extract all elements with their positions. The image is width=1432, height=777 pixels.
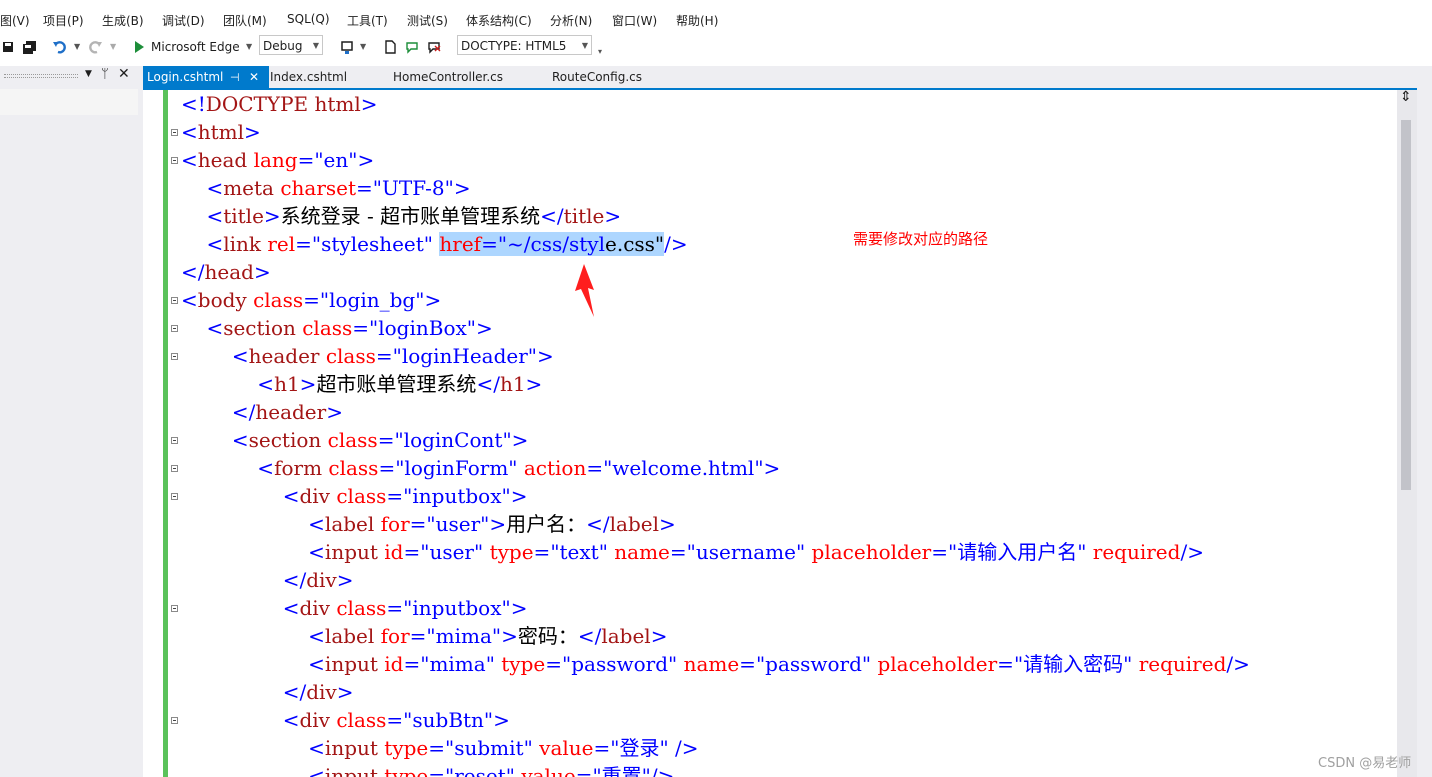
code-line: <h1>超市账单管理系统</h1> <box>257 372 543 396</box>
undo-dropdown-icon[interactable]: ▼ <box>74 37 80 57</box>
annotation-arrow-icon <box>575 264 594 317</box>
code-line: <form class="loginForm" action="welcome.… <box>257 456 781 480</box>
pin-icon[interactable]: ᛘ <box>101 67 109 82</box>
fold-toggle[interactable] <box>171 325 178 332</box>
code-line: <body class="login_bg"> <box>181 288 442 312</box>
menu-help[interactable]: 帮助(H) <box>676 12 718 29</box>
browser-link-icon[interactable] <box>340 37 356 57</box>
tab-index-cshtml[interactable]: Index.cshtml <box>270 66 380 89</box>
fold-toggle[interactable] <box>171 157 178 164</box>
code-line: </header> <box>231 400 343 424</box>
chevron-down-icon: ▼ <box>581 41 588 50</box>
code-editor[interactable]: <!DOCTYPE html> <html> <head lang="en"> … <box>143 90 1397 777</box>
code-line: </head> <box>181 260 271 284</box>
code-line: <!DOCTYPE html> <box>181 92 378 116</box>
fold-toggle[interactable] <box>171 437 178 444</box>
panel-grip[interactable] <box>4 74 78 78</box>
menu-project[interactable]: 项目(P) <box>43 12 84 29</box>
doctype-select[interactable]: DOCTYPE: HTML5 ▼ <box>457 35 592 55</box>
vertical-scrollbar[interactable]: ⇕ <box>1397 89 1417 777</box>
menu-test[interactable]: 测试(S) <box>407 12 448 29</box>
run-target-button[interactable]: Microsoft Edge <box>151 37 240 57</box>
toolbar-overflow-icon[interactable]: ▾ <box>598 42 602 62</box>
fold-toggle[interactable] <box>171 717 178 724</box>
code-line: <label for="user">用户名：</label> <box>308 512 676 536</box>
redo-dropdown-icon[interactable]: ▼ <box>110 37 116 57</box>
toolbar: ▼ ▼ Microsoft Edge ▼ Debug ▼ ▼ DOCTYPE: … <box>0 34 1432 60</box>
close-icon[interactable]: ✕ <box>118 66 130 82</box>
chevron-down-icon: ▼ <box>312 41 319 50</box>
redo-icon[interactable] <box>87 37 103 57</box>
panel-dropdown-icon[interactable]: ▼ <box>85 69 92 79</box>
menu-window[interactable]: 窗口(W) <box>612 12 657 29</box>
editor-margin <box>143 90 165 777</box>
code-line: <input id="mima" type="password" name="p… <box>308 652 1250 676</box>
code-line: <link rel="stylesheet" href="~/css/style… <box>206 232 688 256</box>
pin-icon[interactable]: ⊣ <box>230 66 240 89</box>
configuration-select[interactable]: Debug ▼ <box>259 35 323 55</box>
code-line: <div class="inputbox"> <box>282 596 528 620</box>
menu-sql[interactable]: SQL(Q) <box>287 12 330 26</box>
menu-analyze[interactable]: 分析(N) <box>550 12 592 29</box>
menu-debug[interactable]: 调试(D) <box>162 12 205 29</box>
fold-toggle[interactable] <box>171 493 178 500</box>
comment-icon[interactable] <box>405 37 419 57</box>
save-icon[interactable] <box>2 37 14 57</box>
code-line: <div class="inputbox"> <box>282 484 528 508</box>
doctype-value: DOCTYPE: HTML5 <box>461 39 567 53</box>
menu-build[interactable]: 生成(B) <box>102 12 144 29</box>
code-line: <meta charset="UTF-8"> <box>206 176 471 200</box>
close-icon[interactable]: ✕ <box>249 66 259 89</box>
menu-architecture[interactable]: 体系结构(C) <box>466 12 532 29</box>
tab-label: Login.cshtml <box>147 70 224 84</box>
tab-login-cshtml[interactable]: Login.cshtml ⊣ ✕ <box>143 66 269 89</box>
tab-label: RouteConfig.cs <box>552 70 642 84</box>
code-line: </div> <box>282 568 354 592</box>
watermark: CSDN @易老师 <box>1318 756 1412 771</box>
menu-tools[interactable]: 工具(T) <box>347 12 388 29</box>
scrollbar-thumb[interactable] <box>1401 120 1411 490</box>
right-tool-window <box>1417 66 1432 777</box>
menu-view[interactable]: 图(V) <box>0 12 30 29</box>
menu-team[interactable]: 团队(M) <box>223 12 267 29</box>
document-icon[interactable] <box>384 37 396 57</box>
tab-homecontroller-cs[interactable]: HomeController.cs <box>393 66 538 89</box>
menu-bar: 图(V) 项目(P) 生成(B) 调试(D) 团队(M) SQL(Q) 工具(T… <box>0 0 1432 34</box>
fold-toggle[interactable] <box>171 605 178 612</box>
run-target-dropdown-icon[interactable]: ▼ <box>246 37 252 57</box>
fold-toggle[interactable] <box>171 129 178 136</box>
uncomment-icon[interactable] <box>427 37 441 57</box>
split-icon[interactable]: ⇕ <box>1400 89 1412 105</box>
code-line: <section class="loginCont"> <box>231 428 529 452</box>
code-line: <input type="reset" value="重置"/> <box>308 764 675 777</box>
code-line: <header class="loginHeader"> <box>231 344 554 368</box>
code-line: <title>系统登录 - 超市账单管理系统</title> <box>206 204 622 228</box>
code-line: <div class="subBtn"> <box>282 708 510 732</box>
annotation-note: 需要修改对应的路径 <box>853 230 989 248</box>
tab-routeconfig-cs[interactable]: RouteConfig.cs <box>552 66 672 89</box>
code-line: <input id="user" type="text" name="usern… <box>308 540 1204 564</box>
change-tracking-bar <box>163 90 168 777</box>
code-line: <html> <box>181 120 261 144</box>
code-line: <head lang="en"> <box>181 148 375 172</box>
code-line: <label for="mima">密码：</label> <box>308 624 668 648</box>
code-line: </div> <box>282 680 354 704</box>
code-line: <input type="submit" value="登录" /> <box>308 736 699 760</box>
undo-icon[interactable] <box>52 37 68 57</box>
panel-content <box>0 89 138 115</box>
start-debugging-icon[interactable] <box>133 37 145 57</box>
save-all-icon[interactable] <box>22 37 38 57</box>
fold-toggle[interactable] <box>171 465 178 472</box>
fold-toggle[interactable] <box>171 297 178 304</box>
document-tab-bar: Login.cshtml ⊣ ✕ Index.cshtml HomeContro… <box>143 66 1417 89</box>
left-tool-window: ▼ ᛘ ✕ <box>0 66 143 777</box>
tab-label: Index.cshtml <box>270 70 348 84</box>
fold-toggle[interactable] <box>171 353 178 360</box>
tab-label: HomeController.cs <box>393 70 504 84</box>
configuration-value: Debug <box>263 39 303 53</box>
browser-link-dropdown-icon[interactable]: ▼ <box>360 37 366 57</box>
code-line: <section class="loginBox"> <box>206 316 493 340</box>
